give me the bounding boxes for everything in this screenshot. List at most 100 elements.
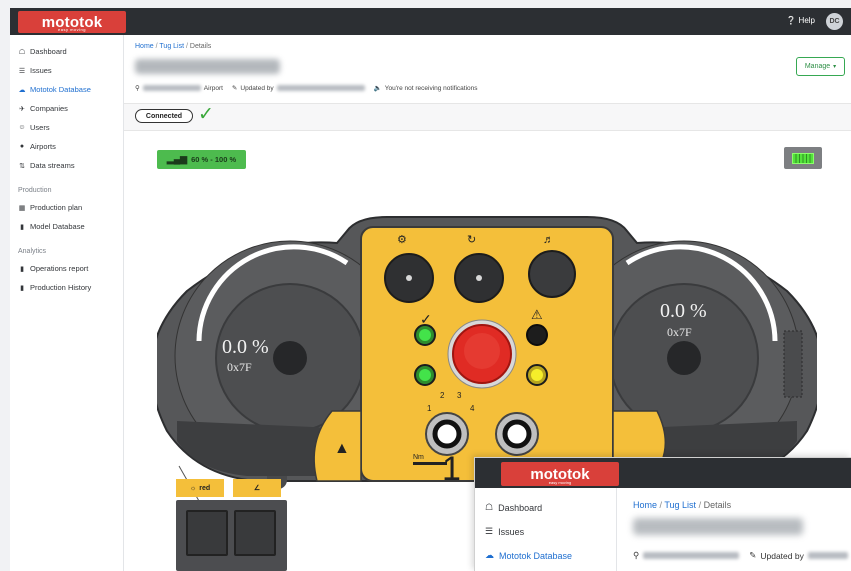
sidebar-item-airports[interactable]: ● Airports — [18, 142, 56, 151]
aux-label-ramp: ∠ — [233, 479, 281, 497]
mute-icon: 🔈 — [373, 85, 382, 92]
sidebar-item-production-history[interactable]: ▮ Production History — [18, 283, 91, 292]
aux-label-red-text: red — [199, 484, 211, 492]
brand-logo[interactable]: mototok easy moving — [18, 11, 126, 33]
map-marker-icon: ● — [19, 143, 25, 150]
overlay-sidebar-label: Dashboard — [498, 502, 543, 513]
sidebar-item-issues[interactable]: ☰ Issues — [18, 66, 52, 75]
auxiliary-button-module: ☼ red ∠ — [170, 479, 287, 571]
list-icon: ☰ — [18, 67, 26, 75]
top-navbar: mototok easy moving ❔ Help DC — [10, 8, 851, 35]
selector-number-1: 1 — [427, 404, 432, 413]
avatar-initials: DC — [829, 18, 840, 25]
rotate-icon: ↻ — [467, 234, 476, 246]
map-marker-icon: ⚲ — [633, 550, 640, 560]
sidebar-item-label: Production History — [30, 283, 92, 292]
list-icon: ☰ — [485, 526, 494, 536]
history-icon: ▮ — [20, 284, 24, 292]
connected-label: Connected — [145, 112, 183, 120]
step-number: 1 — [442, 450, 461, 488]
yellow-indicator-lens — [531, 369, 543, 381]
left-joystick-knob — [273, 341, 307, 375]
right-gauge-hex: 0x7F — [667, 325, 692, 339]
dashboard-icon: ☖ — [485, 502, 494, 512]
battery-indicator — [784, 147, 822, 169]
sidebar-item-label: Users — [30, 123, 50, 132]
aux-button-red[interactable] — [186, 510, 228, 556]
calendar-icon: ▦ — [18, 204, 26, 212]
light-icon: ☼ — [189, 484, 197, 492]
sidebar-item-production-plan[interactable]: ▦ Production plan — [18, 203, 82, 212]
aux-button-ramp[interactable] — [234, 510, 276, 556]
signal-label: 60 % - 100 % — [191, 155, 237, 164]
airport-suffix: Airport — [203, 84, 223, 92]
sidebar-item-label: Issues — [30, 66, 52, 75]
user-icon: ☺ — [18, 124, 26, 131]
horn-button[interactable] — [528, 250, 576, 298]
overlay-breadcrumb-home[interactable]: Home — [633, 500, 657, 510]
right-side-panel — [783, 330, 803, 398]
breadcrumb-current: Details — [189, 43, 212, 50]
sidebar-item-mototok-database[interactable]: ☁ Mototok Database — [18, 85, 91, 94]
app-window: mototok easy moving ❔ Help DC ☖ Dashboar… — [0, 0, 851, 571]
selector-number-2: 2 — [440, 391, 445, 400]
overlay-sidebar-item-mototok-database[interactable]: ☁ Mototok Database — [485, 550, 572, 561]
sidebar-item-label: Airports — [30, 142, 56, 151]
sidebar-item-users[interactable]: ☺ Users — [18, 123, 50, 132]
tow-bar-icon: ⚙ — [397, 234, 407, 246]
emergency-stop-button[interactable] — [447, 319, 517, 389]
overlay-sidebar-item-issues[interactable]: ☰ Issues — [485, 526, 524, 537]
pencil-icon: ✎ — [231, 85, 238, 92]
selector-number-4: 4 — [470, 404, 475, 413]
manage-dropdown-button[interactable]: Manage ▾ — [796, 57, 845, 76]
user-avatar[interactable]: DC — [826, 13, 843, 30]
overlay-brand-tagline: easy moving — [548, 480, 572, 485]
overlay-redacted-user — [807, 552, 848, 559]
database-icon: ▮ — [20, 223, 24, 231]
battery-icon — [792, 152, 814, 164]
overlay-sidebar: ☖ Dashboard ☰ Issues ☁ Mototok Database — [475, 488, 617, 571]
plane-icon: ✈ — [19, 105, 25, 113]
updated-by-label: Updated by — [240, 84, 274, 92]
help-link[interactable]: ❔ Help — [786, 16, 815, 25]
breadcrumb-tug-list[interactable]: Tug List — [159, 43, 184, 50]
redacted-airport-name — [142, 85, 201, 91]
torque-label: Nm — [413, 454, 424, 461]
caret-down-icon: ▾ — [833, 64, 837, 70]
rotary-knob-2[interactable] — [454, 253, 504, 303]
left-gauge-value: 0.0 % — [222, 336, 269, 358]
overlay-topbar: mototok easy moving — [475, 458, 851, 488]
selector-button-right[interactable] — [495, 412, 539, 456]
overlay-breadcrumb-tug-list[interactable]: Tug List — [664, 500, 696, 510]
sidebar-item-companies[interactable]: ✈ Companies — [18, 104, 68, 113]
signal-strength-badge: ▂▄▆ 60 % - 100 % — [157, 150, 246, 169]
lift-icon: ▲ — [334, 440, 350, 457]
help-icon: ❔ — [786, 16, 797, 25]
breadcrumb: Home / Tug List / Details — [135, 43, 212, 50]
brand-tagline: easy moving — [58, 27, 86, 32]
overlay-meta: ⚲ ✎ Updated by — [633, 550, 848, 561]
cloud-icon: ☁ — [18, 86, 26, 94]
sidebar-item-data-streams[interactable]: ⇅ Data streams — [18, 161, 75, 170]
overlay-redacted-airport — [643, 552, 740, 559]
sidebar-item-operations-report[interactable]: ▮ Operations report — [18, 264, 88, 273]
overlay-brand-logo[interactable]: mototok easy moving — [501, 462, 619, 486]
overlay-sidebar-label: Mototok Database — [499, 550, 573, 561]
manage-label: Manage — [804, 63, 831, 70]
rotary-knob-1[interactable] — [384, 253, 434, 303]
sidebar-item-dashboard[interactable]: ☖ Dashboard — [18, 47, 67, 56]
overlay-sidebar-label: Issues — [498, 526, 525, 537]
overlay-sidebar-item-dashboard[interactable]: ☖ Dashboard — [485, 502, 542, 513]
check-icon: ✓ — [198, 104, 214, 125]
sidebar-item-label: Data streams — [30, 161, 75, 170]
section-title-production: Production — [18, 187, 52, 194]
sidebar-item-model-database[interactable]: ▮ Model Database — [18, 222, 85, 231]
report-icon: ▮ — [20, 265, 24, 273]
selector-button-left[interactable] — [425, 412, 469, 456]
breadcrumb-home[interactable]: Home — [135, 43, 154, 50]
sidebar: ☖ Dashboard ☰ Issues ☁ Mototok Database … — [10, 35, 124, 571]
stream-icon: ⇅ — [19, 162, 25, 170]
sidebar-item-label: Operations report — [30, 264, 89, 273]
sidebar-item-label: Dashboard — [30, 47, 67, 56]
dashboard-icon: ☖ — [18, 48, 26, 56]
